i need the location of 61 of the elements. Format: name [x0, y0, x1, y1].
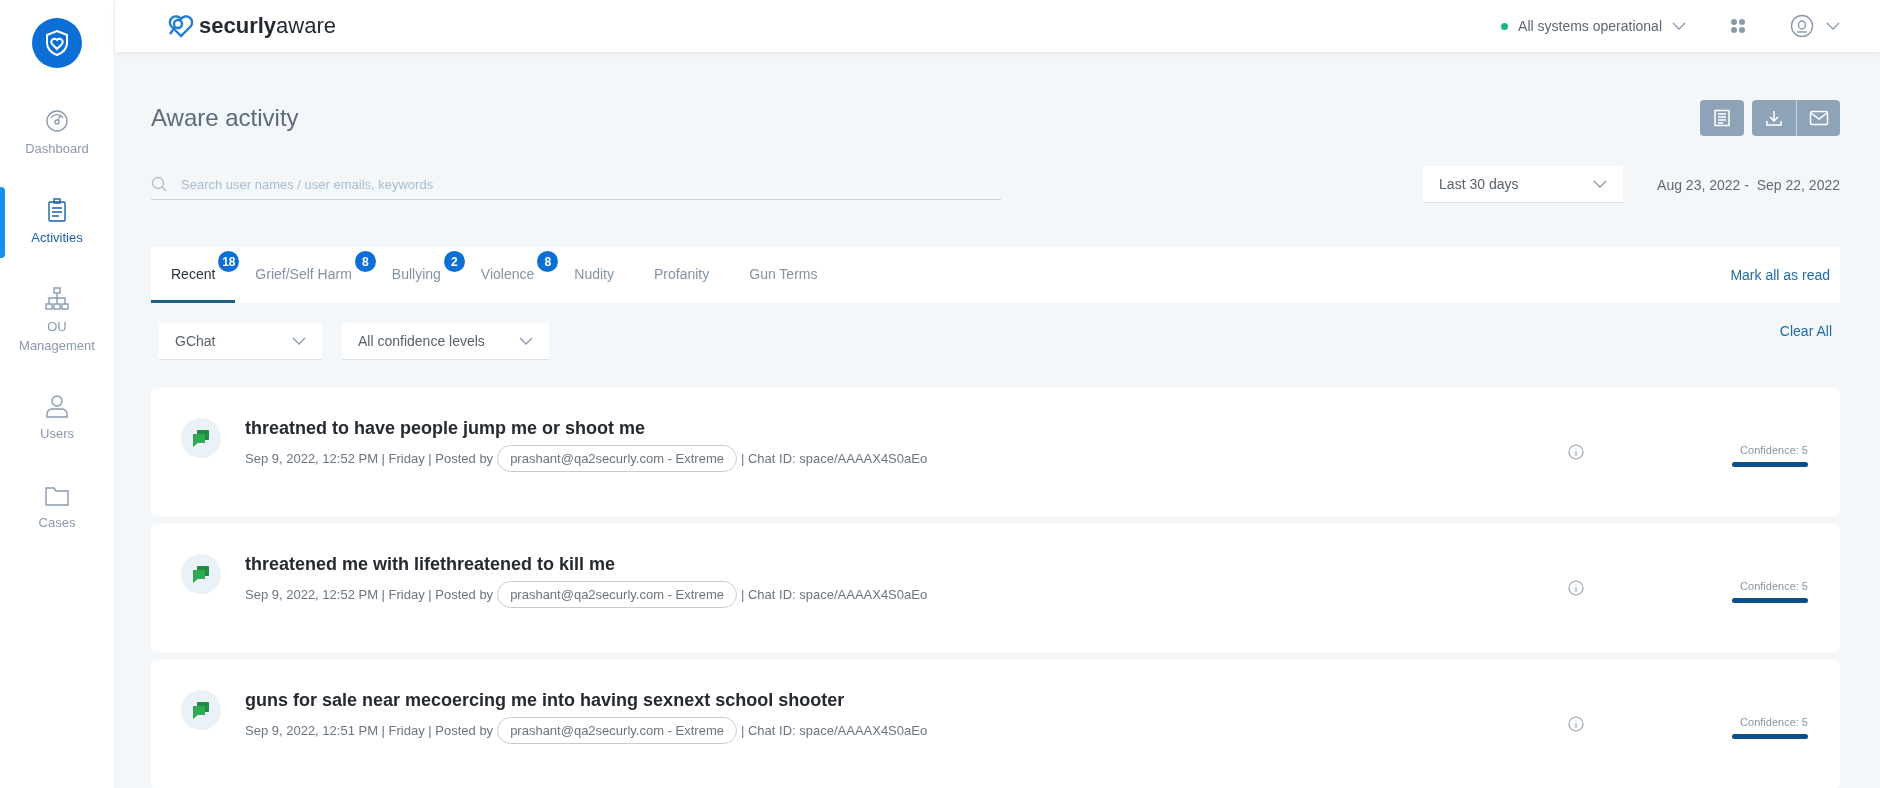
count-badge: 18: [218, 251, 240, 272]
confidence-dropdown[interactable]: All confidence levels: [342, 323, 549, 360]
document-icon: [1713, 109, 1731, 127]
mark-all-read-link[interactable]: Mark all as read: [1730, 267, 1830, 283]
system-status-dropdown[interactable]: All systems operational: [1495, 17, 1692, 35]
activity-title: threatned to have people jump me or shoot me: [245, 418, 647, 439]
info-icon[interactable]: [1568, 716, 1584, 732]
chevron-down-icon: [1826, 22, 1840, 30]
category-tab[interactable]: Recent 18: [151, 247, 236, 303]
chat-icon: [181, 690, 221, 730]
sidebar-item[interactable]: OU Management: [0, 273, 114, 368]
activity-card[interactable]: threatened me with lifethreatened to kill me Sep 9, 2022, 12:52 PM | Friday | Posted by prashant@qa2securly.com - Extreme | Chat ID: space/AAAAX4S0aEo Confidence: 5: [151, 524, 1840, 652]
confidence-label: Confidence: 5: [1740, 580, 1808, 592]
search-icon: [151, 176, 167, 192]
chat-id: | Chat ID: space/AAAAX4S0aEo: [740, 723, 928, 738]
activity-meta: Sep 9, 2022, 12:52 PM | Friday | Posted by: [245, 451, 494, 466]
source-dropdown[interactable]: GChat: [159, 323, 322, 360]
chevron-down-icon: [292, 337, 306, 345]
user-icon: [44, 393, 70, 420]
shield-heart-logo[interactable]: [32, 18, 82, 68]
status-dot: [1501, 22, 1509, 30]
download-icon: [1765, 109, 1783, 127]
gauge-icon: [44, 108, 70, 134]
apps-grid-icon[interactable]: [1730, 18, 1746, 34]
hierarchy-icon: [44, 285, 70, 312]
chevron-down-icon: [519, 337, 533, 345]
activity-title: threatened me with lifethreatened to kill me: [245, 554, 617, 575]
date-range-dropdown[interactable]: Last 30 days: [1423, 166, 1624, 203]
chat-id: | Chat ID: space/AAAAX4S0aEo: [740, 451, 928, 466]
category-tab[interactable]: Gun Terms: [729, 247, 838, 303]
clear-all-link[interactable]: Clear All: [1779, 323, 1832, 339]
sidebar-item[interactable]: Users: [0, 381, 114, 457]
activity-card[interactable]: guns for sale near mecoercing me into having sexnext school shooter Sep 9, 2022, 12:51 PM | Friday | Posted by prashant@qa2securly.com - Extreme | Chat ID: space/AAAAX4S0aEo Confidence: 5: [151, 660, 1840, 788]
confidence-label: Confidence: 5: [1740, 716, 1808, 728]
confidence-label: Confidence: 5: [1740, 444, 1808, 456]
sidebar-item[interactable]: Cases: [0, 470, 114, 546]
envelope-icon: [1808, 110, 1829, 126]
chat-id: | Chat ID: space/AAAAX4S0aEo: [740, 587, 928, 602]
chat-icon: [181, 554, 221, 594]
activity-meta: Sep 9, 2022, 12:52 PM | Friday | Posted by: [245, 587, 494, 602]
sidebar-item[interactable]: Activities: [0, 184, 114, 260]
activity-meta: Sep 9, 2022, 12:51 PM | Friday | Posted by: [245, 723, 494, 738]
count-badge: 8: [537, 251, 559, 272]
search-field[interactable]: Search user names / user emails, keywords: [179, 175, 1001, 193]
category-tab[interactable]: Profanity: [634, 247, 730, 303]
activity-title: guns for sale near mecoercing me into having sexnext school shooter: [245, 690, 846, 711]
heart-magnifier-logo: [167, 14, 195, 38]
date-range-text: Aug 23, 2022 - Sep 22, 2022: [1657, 176, 1840, 193]
count-badge: 8: [354, 251, 376, 272]
activity-card[interactable]: threatned to have people jump me or shoot me Sep 9, 2022, 12:52 PM | Friday | Posted by prashant@qa2securly.com - Extreme | Chat ID: space/AAAAX4S0aEo Confidence: 5: [151, 388, 1840, 516]
page-title: Aware activity: [151, 104, 299, 132]
count-badge: 2: [443, 251, 465, 272]
brand-name: securlyaware: [199, 13, 336, 39]
info-icon[interactable]: [1568, 444, 1584, 460]
chevron-down-icon: [1672, 22, 1686, 30]
report-button[interactable]: [1700, 100, 1744, 136]
user-avatar-icon[interactable]: [1790, 14, 1814, 38]
sidebar-item[interactable]: Dashboard: [0, 96, 114, 171]
info-icon[interactable]: [1568, 580, 1584, 596]
chevron-down-icon: [1593, 180, 1608, 188]
chat-icon: [181, 418, 221, 458]
